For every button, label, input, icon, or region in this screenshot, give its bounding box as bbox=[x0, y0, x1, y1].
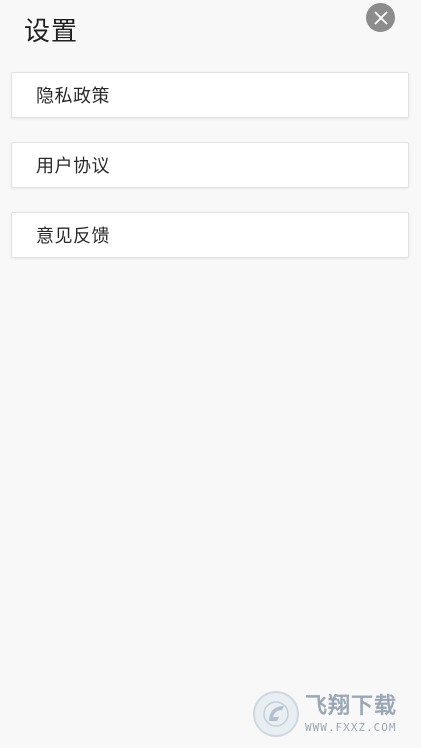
menu-item-privacy-policy[interactable]: 隐私政策 bbox=[11, 72, 409, 118]
close-icon bbox=[374, 11, 388, 25]
close-button[interactable] bbox=[366, 3, 395, 32]
page-title: 设置 bbox=[24, 17, 79, 47]
menu-item-user-agreement[interactable]: 用户协议 bbox=[11, 142, 409, 188]
watermark-domain: WWW.FXXZ.COM bbox=[305, 720, 397, 734]
settings-page: 设置 隐私政策 用户协议 意见反馈 飞翔下载 WWW.FXXZ.COM bbox=[0, 0, 421, 748]
menu-item-label: 隐私政策 bbox=[36, 86, 110, 107]
menu-item-label: 意见反馈 bbox=[36, 226, 110, 247]
watermark: 飞翔下载 WWW.FXXZ.COM bbox=[253, 690, 409, 738]
watermark-text: 飞翔下载 WWW.FXXZ.COM bbox=[305, 693, 398, 734]
menu-item-label: 用户协议 bbox=[36, 156, 110, 177]
watermark-brand: 飞翔下载 bbox=[305, 693, 398, 719]
fxxz-logo-icon bbox=[253, 691, 299, 737]
menu-item-feedback[interactable]: 意见反馈 bbox=[11, 212, 409, 258]
settings-menu: 隐私政策 用户协议 意见反馈 bbox=[11, 72, 409, 282]
